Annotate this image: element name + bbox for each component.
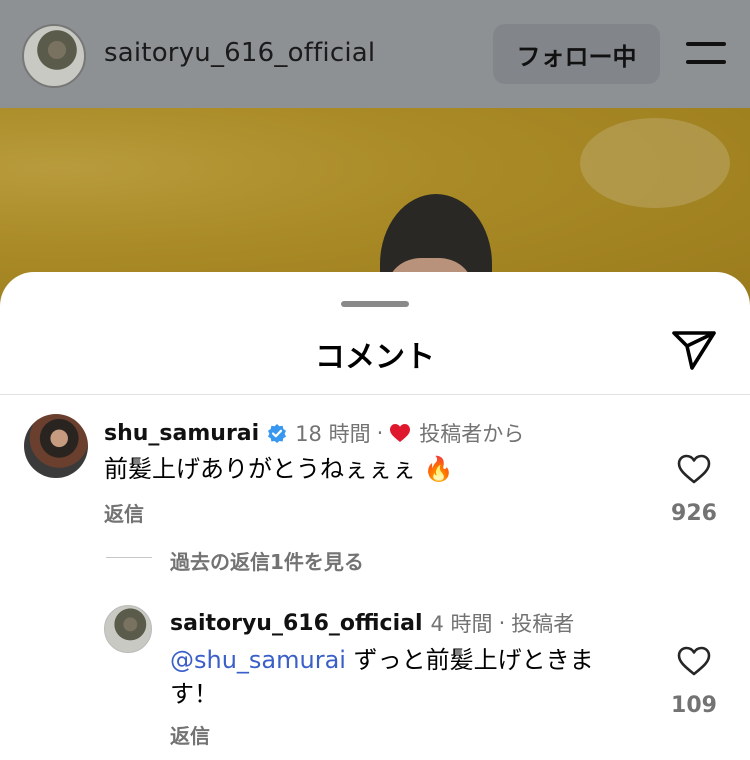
like-heart-icon[interactable] [677,454,711,484]
reply-button[interactable]: 返信 [170,720,210,749]
reply-text-line1: ずっと前髪上げときま [345,646,594,674]
share-icon[interactable] [670,328,718,372]
profile-avatar[interactable] [22,24,86,88]
like-heart-icon[interactable] [677,646,711,676]
comments-sheet: コメント shu_samurai 18 時間 · 投稿者から 前髪上げありがとう… [0,272,750,760]
comment-username[interactable]: shu_samurai [104,421,259,446]
author-badge-text: 投稿者 [511,612,575,636]
divider [0,394,750,395]
view-replies-button[interactable]: 過去の返信1件を見る [170,546,364,575]
sheet-grabber[interactable] [341,301,409,307]
comment-meta: shu_samurai 18 時間 · 投稿者から [104,418,524,448]
reply-avatar[interactable] [104,605,152,653]
like-count: 926 [671,501,717,526]
comment-time: 18 時間 [295,422,371,446]
reply-meta: saitoryu_616_official 4 時間 · 投稿者 [170,608,574,638]
profile-username[interactable]: saitoryu_616_official [104,38,375,68]
commenter-avatar[interactable] [24,414,88,478]
comment-text: 前髪上げありがとうねぇぇぇ 🔥 [104,455,454,483]
post-header: saitoryu_616_official フォロー中 [0,0,750,108]
reply-button[interactable]: 返信 [104,498,144,527]
mention-link[interactable]: @shu_samurai [170,646,346,674]
verified-badge-icon [268,424,287,443]
meta-separator: · [376,421,384,445]
like-count: 109 [671,693,717,718]
sheet-title: コメント [315,340,435,375]
reply-text-line2: す！ [170,680,218,708]
author-liked-heart-icon [390,424,411,442]
author-badge-text: 投稿者から [419,422,525,446]
menu-icon[interactable] [686,42,726,68]
following-button[interactable]: フォロー中 [493,24,660,84]
reply-time: 4 時間 [430,612,493,636]
reply-username[interactable]: saitoryu_616_official [170,611,423,636]
meta-separator: · [498,611,506,635]
reply-text: @shu_samurai ずっと前髪上げときま す！ [170,643,640,711]
view-replies-line [106,557,152,558]
